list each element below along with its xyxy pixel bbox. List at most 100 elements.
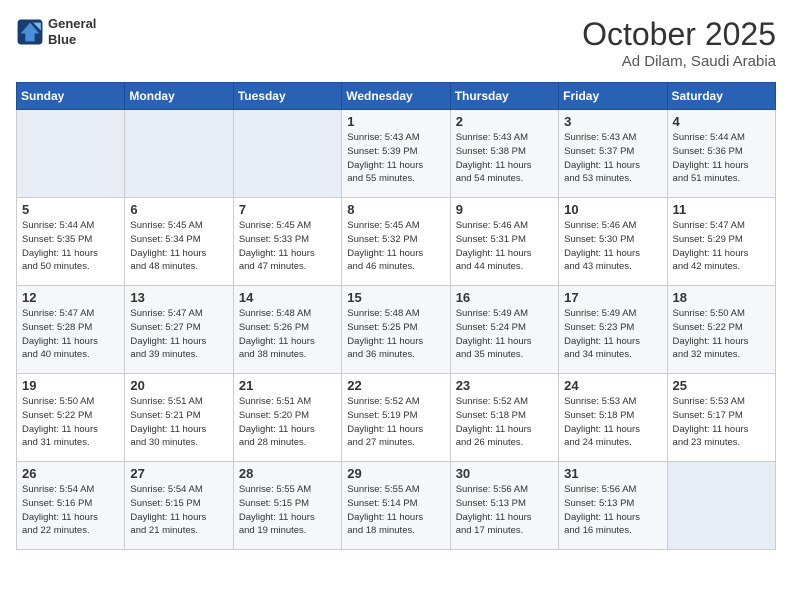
day-info: Sunrise: 5:52 AM Sunset: 5:19 PM Dayligh… xyxy=(347,395,444,450)
day-info: Sunrise: 5:51 AM Sunset: 5:20 PM Dayligh… xyxy=(239,395,336,450)
calendar-cell: 10Sunrise: 5:46 AM Sunset: 5:30 PM Dayli… xyxy=(559,198,667,286)
location-subtitle: Ad Dilam, Saudi Arabia xyxy=(582,53,776,70)
day-number: 19 xyxy=(22,378,119,393)
day-info: Sunrise: 5:51 AM Sunset: 5:21 PM Dayligh… xyxy=(130,395,227,450)
day-info: Sunrise: 5:49 AM Sunset: 5:23 PM Dayligh… xyxy=(564,307,661,362)
week-row-5: 26Sunrise: 5:54 AM Sunset: 5:16 PM Dayli… xyxy=(17,462,776,550)
day-number: 26 xyxy=(22,466,119,481)
month-title: October 2025 xyxy=(582,16,776,53)
day-info: Sunrise: 5:45 AM Sunset: 5:34 PM Dayligh… xyxy=(130,219,227,274)
day-number: 22 xyxy=(347,378,444,393)
day-number: 8 xyxy=(347,202,444,217)
day-number: 6 xyxy=(130,202,227,217)
day-number: 23 xyxy=(456,378,553,393)
calendar-cell: 25Sunrise: 5:53 AM Sunset: 5:17 PM Dayli… xyxy=(667,374,775,462)
day-number: 5 xyxy=(22,202,119,217)
calendar-cell: 23Sunrise: 5:52 AM Sunset: 5:18 PM Dayli… xyxy=(450,374,558,462)
day-number: 24 xyxy=(564,378,661,393)
day-info: Sunrise: 5:53 AM Sunset: 5:17 PM Dayligh… xyxy=(673,395,770,450)
calendar-cell: 17Sunrise: 5:49 AM Sunset: 5:23 PM Dayli… xyxy=(559,286,667,374)
day-number: 16 xyxy=(456,290,553,305)
day-number: 2 xyxy=(456,114,553,129)
calendar-cell: 5 Sunrise: 5:44 AM Sunset: 5:35 PM Daylig… xyxy=(17,198,125,286)
day-header-tuesday: Tuesday xyxy=(233,83,341,110)
week-row-3: 12Sunrise: 5:47 AM Sunset: 5:28 PM Dayli… xyxy=(17,286,776,374)
day-info: Sunrise: 5:48 AM Sunset: 5:26 PM Dayligh… xyxy=(239,307,336,362)
day-info: Sunrise: 5:55 AM Sunset: 5:14 PM Dayligh… xyxy=(347,483,444,538)
logo-line1: General xyxy=(48,16,96,32)
day-number: 20 xyxy=(130,378,227,393)
day-header-wednesday: Wednesday xyxy=(342,83,450,110)
day-info: Sunrise: 5:55 AM Sunset: 5:15 PM Dayligh… xyxy=(239,483,336,538)
day-info: Sunrise: 5:53 AM Sunset: 5:18 PM Dayligh… xyxy=(564,395,661,450)
logo: General Blue xyxy=(16,16,96,47)
day-info: Sunrise: 5:56 AM Sunset: 5:13 PM Dayligh… xyxy=(456,483,553,538)
day-number: 29 xyxy=(347,466,444,481)
calendar-cell: 30Sunrise: 5:56 AM Sunset: 5:13 PM Dayli… xyxy=(450,462,558,550)
day-header-monday: Monday xyxy=(125,83,233,110)
day-number: 11 xyxy=(673,202,770,217)
calendar-cell xyxy=(233,110,341,198)
calendar-cell: 31 Sunrise: 5:56 AM Sunset: 5:13 PM Dayli… xyxy=(559,462,667,550)
day-number: 31 xyxy=(564,466,661,481)
day-header-saturday: Saturday xyxy=(667,83,775,110)
calendar-cell: 20 Sunrise: 5:51 AM Sunset: 5:21 PM Dayli… xyxy=(125,374,233,462)
day-number: 1 xyxy=(347,114,444,129)
calendar-cell: 3 Sunrise: 5:43 AM Sunset: 5:37 PM Daylig… xyxy=(559,110,667,198)
calendar-cell: 24 Sunrise: 5:53 AM Sunset: 5:18 PM Dayli… xyxy=(559,374,667,462)
day-info: Sunrise: 5:45 AM Sunset: 5:33 PM Dayligh… xyxy=(239,219,336,274)
logo-icon xyxy=(16,18,44,46)
day-number: 9 xyxy=(456,202,553,217)
day-number: 13 xyxy=(130,290,227,305)
calendar-cell: 13 Sunrise: 5:47 AM Sunset: 5:27 PM Dayli… xyxy=(125,286,233,374)
calendar-cell: 29 Sunrise: 5:55 AM Sunset: 5:14 PM Dayli… xyxy=(342,462,450,550)
calendar-cell: 21 Sunrise: 5:51 AM Sunset: 5:20 PM Dayli… xyxy=(233,374,341,462)
day-number: 7 xyxy=(239,202,336,217)
calendar-cell: 8 Sunrise: 5:45 AM Sunset: 5:32 PM Daylig… xyxy=(342,198,450,286)
day-info: Sunrise: 5:43 AM Sunset: 5:38 PM Dayligh… xyxy=(456,131,553,186)
day-number: 28 xyxy=(239,466,336,481)
calendar-cell xyxy=(17,110,125,198)
day-header-thursday: Thursday xyxy=(450,83,558,110)
day-info: Sunrise: 5:50 AM Sunset: 5:22 PM Dayligh… xyxy=(22,395,119,450)
day-info: Sunrise: 5:46 AM Sunset: 5:31 PM Dayligh… xyxy=(456,219,553,274)
calendar-cell xyxy=(125,110,233,198)
page-header: General Blue October 2025 Ad Dilam, Saud… xyxy=(16,16,776,70)
week-row-2: 5 Sunrise: 5:44 AM Sunset: 5:35 PM Daylig… xyxy=(17,198,776,286)
calendar-cell: 2 Sunrise: 5:43 AM Sunset: 5:38 PM Daylig… xyxy=(450,110,558,198)
calendar-cell: 19 Sunrise: 5:50 AM Sunset: 5:22 PM Dayli… xyxy=(17,374,125,462)
week-row-1: 1Sunrise: 5:43 AM Sunset: 5:39 PM Daylig… xyxy=(17,110,776,198)
calendar-cell: 6 Sunrise: 5:45 AM Sunset: 5:34 PM Daylig… xyxy=(125,198,233,286)
day-number: 3 xyxy=(564,114,661,129)
day-number: 18 xyxy=(673,290,770,305)
calendar-cell: 26Sunrise: 5:54 AM Sunset: 5:16 PM Dayli… xyxy=(17,462,125,550)
calendar-cell: 4Sunrise: 5:44 AM Sunset: 5:36 PM Daylig… xyxy=(667,110,775,198)
title-block: October 2025 Ad Dilam, Saudi Arabia xyxy=(582,16,776,70)
day-info: Sunrise: 5:43 AM Sunset: 5:37 PM Dayligh… xyxy=(564,131,661,186)
calendar-cell: 18Sunrise: 5:50 AM Sunset: 5:22 PM Dayli… xyxy=(667,286,775,374)
day-info: Sunrise: 5:54 AM Sunset: 5:15 PM Dayligh… xyxy=(130,483,227,538)
day-info: Sunrise: 5:47 AM Sunset: 5:27 PM Dayligh… xyxy=(130,307,227,362)
day-info: Sunrise: 5:49 AM Sunset: 5:24 PM Dayligh… xyxy=(456,307,553,362)
calendar-cell: 7 Sunrise: 5:45 AM Sunset: 5:33 PM Daylig… xyxy=(233,198,341,286)
day-info: Sunrise: 5:48 AM Sunset: 5:25 PM Dayligh… xyxy=(347,307,444,362)
day-info: Sunrise: 5:47 AM Sunset: 5:29 PM Dayligh… xyxy=(673,219,770,274)
calendar-cell: 28 Sunrise: 5:55 AM Sunset: 5:15 PM Dayli… xyxy=(233,462,341,550)
calendar-cell: 15 Sunrise: 5:48 AM Sunset: 5:25 PM Dayli… xyxy=(342,286,450,374)
day-number: 21 xyxy=(239,378,336,393)
day-number: 14 xyxy=(239,290,336,305)
day-info: Sunrise: 5:45 AM Sunset: 5:32 PM Dayligh… xyxy=(347,219,444,274)
calendar-cell xyxy=(667,462,775,550)
day-number: 15 xyxy=(347,290,444,305)
day-number: 12 xyxy=(22,290,119,305)
day-info: Sunrise: 5:44 AM Sunset: 5:35 PM Dayligh… xyxy=(22,219,119,274)
calendar-cell: 27 Sunrise: 5:54 AM Sunset: 5:15 PM Dayli… xyxy=(125,462,233,550)
calendar-cell: 11 Sunrise: 5:47 AM Sunset: 5:29 PM Dayli… xyxy=(667,198,775,286)
calendar-table: SundayMondayTuesdayWednesdayThursdayFrid… xyxy=(16,82,776,550)
day-info: Sunrise: 5:44 AM Sunset: 5:36 PM Dayligh… xyxy=(673,131,770,186)
day-number: 27 xyxy=(130,466,227,481)
day-info: Sunrise: 5:56 AM Sunset: 5:13 PM Dayligh… xyxy=(564,483,661,538)
calendar-cell: 16 Sunrise: 5:49 AM Sunset: 5:24 PM Dayli… xyxy=(450,286,558,374)
day-header-friday: Friday xyxy=(559,83,667,110)
calendar-cell: 22 Sunrise: 5:52 AM Sunset: 5:19 PM Dayli… xyxy=(342,374,450,462)
